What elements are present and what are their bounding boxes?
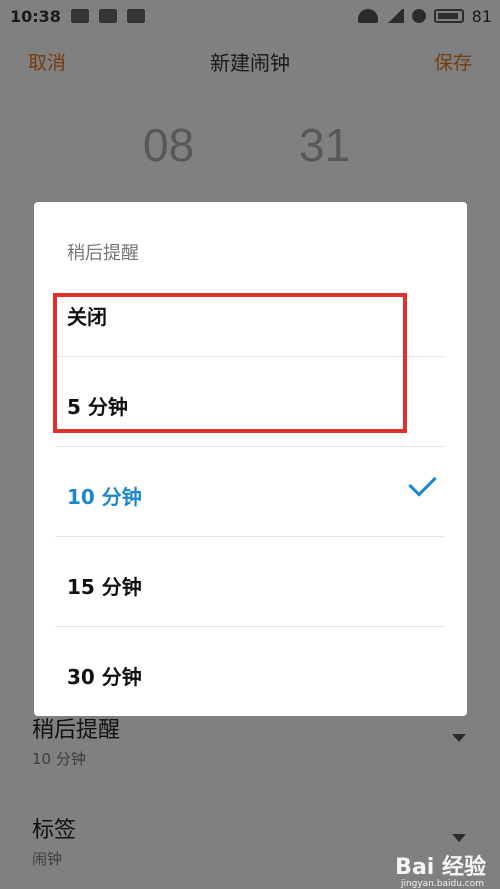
option-15min[interactable]: 15 分钟 <box>55 537 445 627</box>
watermark-logo: Bai 经验 <box>395 855 486 880</box>
dialog-title: 稍后提醒 <box>67 243 139 264</box>
option-label: 15 分钟 <box>67 575 142 599</box>
option-10min[interactable]: 10 分钟 <box>55 447 445 537</box>
annotation-highlight-box <box>53 293 407 433</box>
option-label: 10 分钟 <box>67 485 142 509</box>
option-30min[interactable]: 30 分钟 <box>55 627 445 717</box>
watermark-url: jingyan.baidu.com <box>400 879 484 889</box>
option-label: 30 分钟 <box>67 665 142 689</box>
snooze-dialog: 稍后提醒 关闭 5 分钟 10 分钟 15 分钟 30 分钟 <box>34 202 467 716</box>
checkmark-icon <box>408 468 437 497</box>
